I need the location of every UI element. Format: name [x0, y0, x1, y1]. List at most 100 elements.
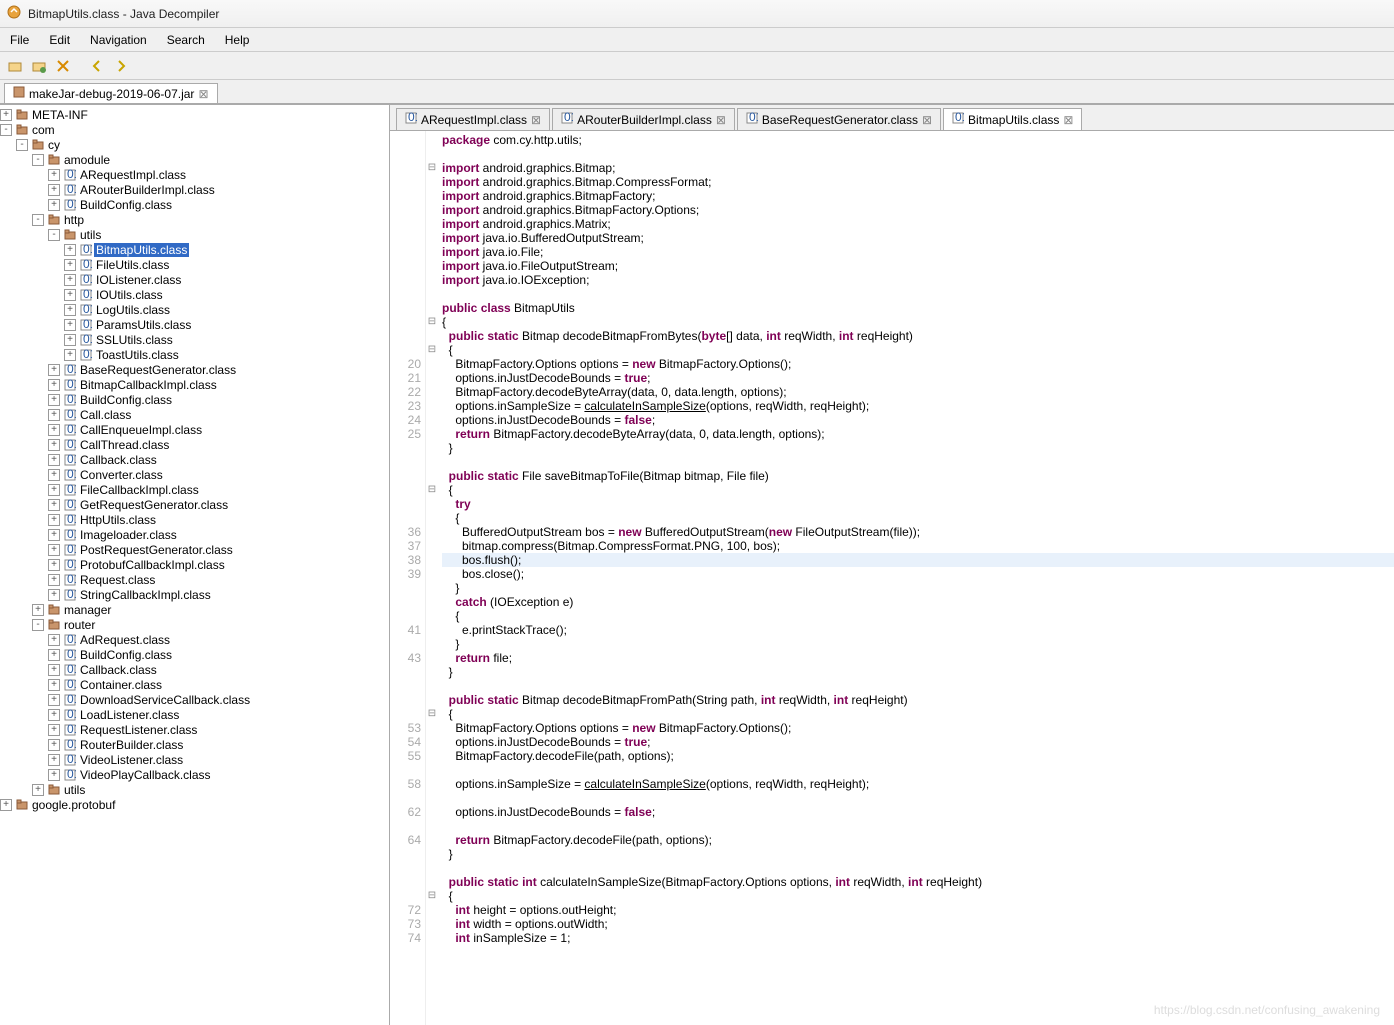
menu-search[interactable]: Search	[157, 30, 215, 50]
expand-toggle[interactable]: +	[48, 379, 60, 391]
fold-column[interactable]: ⊟⊟⊟⊟⊟⊟	[426, 131, 438, 1025]
forward-button[interactable]	[110, 55, 132, 77]
tree-item[interactable]: +01GetRequestGenerator.class	[0, 497, 389, 512]
expand-toggle[interactable]: +	[48, 394, 60, 406]
menu-help[interactable]: Help	[215, 30, 260, 50]
expand-toggle[interactable]: -	[0, 124, 12, 136]
expand-toggle[interactable]: +	[48, 739, 60, 751]
tree-item[interactable]: +01CallThread.class	[0, 437, 389, 452]
tree-item[interactable]: -amodule	[0, 152, 389, 167]
expand-toggle[interactable]: +	[48, 469, 60, 481]
tree-item[interactable]: -router	[0, 617, 389, 632]
expand-toggle[interactable]: +	[64, 274, 76, 286]
expand-toggle[interactable]: +	[48, 199, 60, 211]
tree-item[interactable]: +01StringCallbackImpl.class	[0, 587, 389, 602]
expand-toggle[interactable]: -	[32, 154, 44, 166]
expand-toggle[interactable]: +	[64, 289, 76, 301]
expand-toggle[interactable]: +	[48, 409, 60, 421]
tree-item[interactable]: +manager	[0, 602, 389, 617]
expand-toggle[interactable]: +	[48, 649, 60, 661]
menu-edit[interactable]: Edit	[39, 30, 80, 50]
tree-item[interactable]: +01IOListener.class	[0, 272, 389, 287]
expand-toggle[interactable]: +	[64, 304, 76, 316]
expand-toggle[interactable]: +	[48, 514, 60, 526]
expand-toggle[interactable]: +	[48, 484, 60, 496]
tree-item[interactable]: +01RouterBuilder.class	[0, 737, 389, 752]
tree-item[interactable]: +01Callback.class	[0, 452, 389, 467]
close-icon[interactable]: ⊠	[716, 113, 726, 127]
tree-item[interactable]: +01PostRequestGenerator.class	[0, 542, 389, 557]
expand-toggle[interactable]: +	[0, 109, 12, 121]
tree-item[interactable]: +01HttpUtils.class	[0, 512, 389, 527]
tree-item[interactable]: +01BaseRequestGenerator.class	[0, 362, 389, 377]
expand-toggle[interactable]: +	[48, 184, 60, 196]
back-button[interactable]	[86, 55, 108, 77]
tree-item[interactable]: +01ProtobufCallbackImpl.class	[0, 557, 389, 572]
close-icon[interactable]: ⊠	[531, 113, 541, 127]
open-file-button[interactable]	[4, 55, 26, 77]
expand-toggle[interactable]: -	[32, 619, 44, 631]
tree-item[interactable]: +01Imageloader.class	[0, 527, 389, 542]
tree-item[interactable]: +01BitmapUtils.class	[0, 242, 389, 257]
tree-item[interactable]: -cy	[0, 137, 389, 152]
expand-toggle[interactable]: +	[48, 424, 60, 436]
tree-item[interactable]: +01Callback.class	[0, 662, 389, 677]
tree-item[interactable]: +utils	[0, 782, 389, 797]
tree-item[interactable]: +01LoadListener.class	[0, 707, 389, 722]
expand-toggle[interactable]: -	[48, 229, 60, 241]
tree-item[interactable]: +01ARouterBuilderImpl.class	[0, 182, 389, 197]
expand-toggle[interactable]: +	[0, 799, 12, 811]
tree-item[interactable]: +01ARequestImpl.class	[0, 167, 389, 182]
tree-item[interactable]: +01AdRequest.class	[0, 632, 389, 647]
expand-toggle[interactable]: +	[64, 334, 76, 346]
expand-toggle[interactable]: +	[48, 439, 60, 451]
expand-toggle[interactable]: +	[64, 349, 76, 361]
expand-toggle[interactable]: +	[48, 694, 60, 706]
code-area[interactable]: 2021222324253637383941435354555862647273…	[390, 131, 1394, 1025]
expand-toggle[interactable]: -	[32, 214, 44, 226]
tree-item[interactable]: +01BitmapCallbackImpl.class	[0, 377, 389, 392]
tree-item[interactable]: -utils	[0, 227, 389, 242]
expand-toggle[interactable]: +	[48, 589, 60, 601]
close-icon[interactable]: ⊠	[922, 113, 932, 127]
tree-item[interactable]: +01Container.class	[0, 677, 389, 692]
jar-tab[interactable]: makeJar-debug-2019-06-07.jar ⊠	[4, 83, 218, 103]
tree-item[interactable]: +google.protobuf	[0, 797, 389, 812]
tree-item[interactable]: +01ParamsUtils.class	[0, 317, 389, 332]
tree-item[interactable]: +01ToastUtils.class	[0, 347, 389, 362]
tree-item[interactable]: +01BuildConfig.class	[0, 392, 389, 407]
expand-toggle[interactable]: +	[48, 769, 60, 781]
tree-item[interactable]: +01VideoListener.class	[0, 752, 389, 767]
tree-item[interactable]: +01IOUtils.class	[0, 287, 389, 302]
open-jar-button[interactable]	[28, 55, 50, 77]
expand-toggle[interactable]: +	[48, 709, 60, 721]
expand-toggle[interactable]: +	[32, 784, 44, 796]
tree-item[interactable]: +01Converter.class	[0, 467, 389, 482]
expand-toggle[interactable]: +	[64, 259, 76, 271]
expand-toggle[interactable]: -	[16, 139, 28, 151]
code-lines[interactable]: package com.cy.http.utils;import android…	[438, 131, 1394, 1025]
tree-item[interactable]: +01BuildConfig.class	[0, 197, 389, 212]
editor-tab[interactable]: 01BitmapUtils.class⊠	[943, 108, 1082, 130]
tree-item[interactable]: +01BuildConfig.class	[0, 647, 389, 662]
expand-toggle[interactable]: +	[48, 454, 60, 466]
editor-tab[interactable]: 01BaseRequestGenerator.class⊠	[737, 108, 941, 130]
expand-toggle[interactable]: +	[48, 574, 60, 586]
expand-toggle[interactable]: +	[48, 499, 60, 511]
tree-item[interactable]: +01Request.class	[0, 572, 389, 587]
editor-tab[interactable]: 01ARouterBuilderImpl.class⊠	[552, 108, 735, 130]
close-icon[interactable]: ⊠	[1063, 113, 1073, 127]
tree-item[interactable]: +01FileCallbackImpl.class	[0, 482, 389, 497]
jar-tab-close[interactable]: ⊠	[198, 87, 208, 101]
tree-item[interactable]: -com	[0, 122, 389, 137]
package-tree[interactable]: +META-INF-com-cy-amodule+01ARequestImpl.…	[0, 105, 390, 1025]
menu-file[interactable]: File	[0, 30, 39, 50]
editor-tab[interactable]: 01ARequestImpl.class⊠	[396, 108, 550, 130]
tree-item[interactable]: +01LogUtils.class	[0, 302, 389, 317]
tree-item[interactable]: +01CallEnqueueImpl.class	[0, 422, 389, 437]
expand-toggle[interactable]: +	[48, 634, 60, 646]
expand-toggle[interactable]: +	[48, 679, 60, 691]
tree-item[interactable]: +01VideoPlayCallback.class	[0, 767, 389, 782]
tree-item[interactable]: +01SSLUtils.class	[0, 332, 389, 347]
expand-toggle[interactable]: +	[48, 169, 60, 181]
